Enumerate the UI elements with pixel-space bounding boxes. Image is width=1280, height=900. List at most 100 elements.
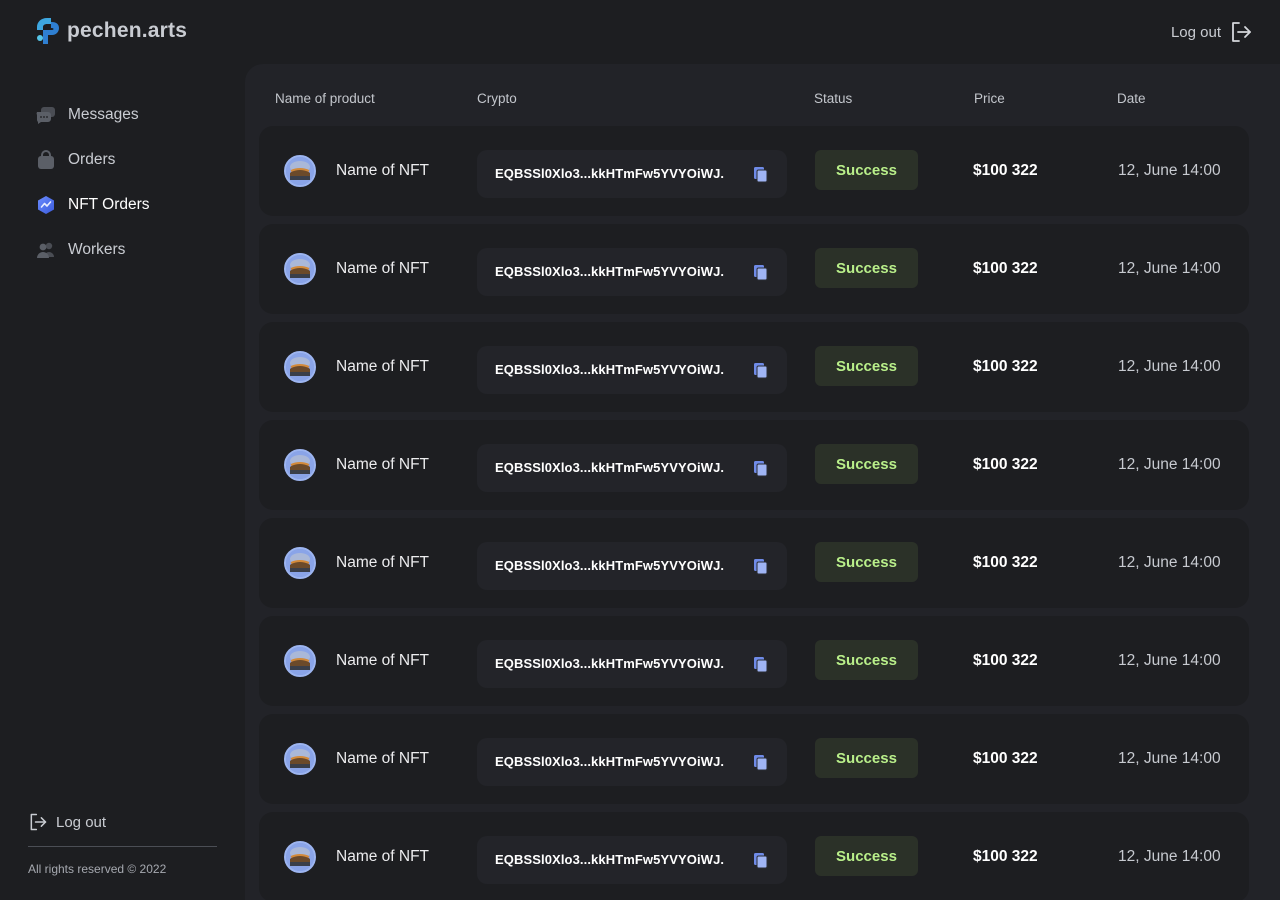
nft-name: Name of NFT bbox=[336, 554, 430, 571]
orders-panel: Name of product Crypto Status Price Date… bbox=[245, 64, 1280, 900]
sidebar-item-nft-orders[interactable]: NFT Orders bbox=[36, 182, 236, 227]
crypto-address-field[interactable]: EQBSSl0Xlo3...kkHTmFw5YVYOiWJ. bbox=[477, 836, 787, 884]
crypto-address: EQBSSl0Xlo3...kkHTmFw5YVYOiWJ. bbox=[495, 264, 725, 279]
nft-avatar bbox=[284, 841, 316, 873]
date-value: 12, June 14:00 bbox=[1118, 848, 1221, 865]
table-row[interactable]: Name of NFT EQBSSl0Xlo3...kkHTmFw5YVYOiW… bbox=[259, 420, 1249, 510]
sidebar-item-messages[interactable]: Messages bbox=[36, 92, 236, 137]
status-label: Success bbox=[836, 455, 897, 473]
table-row[interactable]: Name of NFT EQBSSl0Xlo3...kkHTmFw5YVYOiW… bbox=[259, 126, 1249, 216]
price-value: $100 322 bbox=[973, 358, 1038, 375]
orders-table-body: Name of NFT EQBSSl0Xlo3...kkHTmFw5YVYOiW… bbox=[259, 126, 1249, 900]
table-row[interactable]: Name of NFT EQBSSl0Xlo3...kkHTmFw5YVYOiW… bbox=[259, 616, 1249, 706]
table-row[interactable]: Name of NFT EQBSSl0Xlo3...kkHTmFw5YVYOiW… bbox=[259, 518, 1249, 608]
nft-avatar bbox=[284, 449, 316, 481]
crypto-address: EQBSSl0Xlo3...kkHTmFw5YVYOiWJ. bbox=[495, 558, 725, 573]
crypto-address: EQBSSl0Xlo3...kkHTmFw5YVYOiWJ. bbox=[495, 754, 725, 769]
status-badge: Success bbox=[815, 542, 918, 582]
status-label: Success bbox=[836, 847, 897, 865]
nft-avatar bbox=[284, 547, 316, 579]
nft-name: Name of NFT bbox=[336, 848, 430, 865]
copy-icon[interactable] bbox=[752, 165, 770, 183]
price-value: $100 322 bbox=[973, 652, 1038, 669]
crypto-address-field[interactable]: EQBSSl0Xlo3...kkHTmFw5YVYOiWJ. bbox=[477, 444, 787, 492]
sidebar-logout-label: Log out bbox=[56, 813, 107, 831]
status-badge: Success bbox=[815, 150, 918, 190]
table-row[interactable]: Name of NFT EQBSSl0Xlo3...kkHTmFw5YVYOiW… bbox=[259, 322, 1249, 412]
nft-hexagon-icon bbox=[36, 195, 56, 215]
nft-name: Name of NFT bbox=[336, 750, 430, 767]
crypto-address-field[interactable]: EQBSSl0Xlo3...kkHTmFw5YVYOiWJ. bbox=[477, 150, 787, 198]
price-value: $100 322 bbox=[973, 750, 1038, 767]
sidebar-item-label: Workers bbox=[68, 240, 126, 258]
table-row[interactable]: Name of NFT EQBSSl0Xlo3...kkHTmFw5YVYOiW… bbox=[259, 224, 1249, 314]
copy-icon[interactable] bbox=[752, 361, 770, 379]
users-icon bbox=[36, 240, 56, 260]
crypto-address-field[interactable]: EQBSSl0Xlo3...kkHTmFw5YVYOiWJ. bbox=[477, 738, 787, 786]
date-value: 12, June 14:00 bbox=[1118, 750, 1221, 767]
column-header-name: Name of product bbox=[275, 91, 375, 106]
sidebar-footer: Log out All rights reserved © 2022 bbox=[28, 812, 217, 876]
status-label: Success bbox=[836, 161, 897, 179]
nft-avatar bbox=[284, 351, 316, 383]
crypto-address: EQBSSl0Xlo3...kkHTmFw5YVYOiWJ. bbox=[495, 852, 725, 867]
status-label: Success bbox=[836, 553, 897, 571]
sidebar-logout-button[interactable]: Log out bbox=[28, 812, 217, 847]
nft-avatar bbox=[284, 645, 316, 677]
date-value: 12, June 14:00 bbox=[1118, 456, 1221, 473]
status-label: Success bbox=[836, 357, 897, 375]
date-value: 12, June 14:00 bbox=[1118, 162, 1221, 179]
copy-icon[interactable] bbox=[752, 655, 770, 673]
sidebar-item-label: Orders bbox=[68, 150, 116, 168]
table-row[interactable]: Name of NFT EQBSSl0Xlo3...kkHTmFw5YVYOiW… bbox=[259, 714, 1249, 804]
copy-icon[interactable] bbox=[752, 851, 770, 869]
brand-logo-icon bbox=[37, 18, 59, 44]
header-logout-button[interactable]: Log out bbox=[1171, 20, 1253, 44]
crypto-address: EQBSSl0Xlo3...kkHTmFw5YVYOiWJ. bbox=[495, 460, 725, 475]
nft-avatar bbox=[284, 253, 316, 285]
nft-avatar bbox=[284, 743, 316, 775]
price-value: $100 322 bbox=[973, 260, 1038, 277]
nft-name: Name of NFT bbox=[336, 260, 430, 277]
copy-icon[interactable] bbox=[752, 263, 770, 281]
status-badge: Success bbox=[815, 346, 918, 386]
logout-icon bbox=[1232, 22, 1251, 42]
nft-name: Name of NFT bbox=[336, 652, 430, 669]
date-value: 12, June 14:00 bbox=[1118, 260, 1221, 277]
bag-icon bbox=[36, 149, 56, 170]
copy-icon[interactable] bbox=[752, 557, 770, 575]
status-badge: Success bbox=[815, 444, 918, 484]
date-value: 12, June 14:00 bbox=[1118, 358, 1221, 375]
price-value: $100 322 bbox=[973, 848, 1038, 865]
brand-logo[interactable]: pechen.arts bbox=[33, 16, 187, 46]
table-row[interactable]: Name of NFT EQBSSl0Xlo3...kkHTmFw5YVYOiW… bbox=[259, 812, 1249, 900]
sidebar-item-workers[interactable]: Workers bbox=[36, 227, 236, 272]
sidebar-item-label: NFT Orders bbox=[68, 195, 150, 213]
status-badge: Success bbox=[815, 738, 918, 778]
crypto-address-field[interactable]: EQBSSl0Xlo3...kkHTmFw5YVYOiWJ. bbox=[477, 248, 787, 296]
crypto-address-field[interactable]: EQBSSl0Xlo3...kkHTmFw5YVYOiWJ. bbox=[477, 542, 787, 590]
copy-icon[interactable] bbox=[752, 459, 770, 477]
nft-name: Name of NFT bbox=[336, 456, 430, 473]
nft-name: Name of NFT bbox=[336, 162, 430, 179]
date-value: 12, June 14:00 bbox=[1118, 554, 1221, 571]
crypto-address-field[interactable]: EQBSSl0Xlo3...kkHTmFw5YVYOiWJ. bbox=[477, 640, 787, 688]
chat-icon bbox=[36, 105, 56, 125]
copy-icon[interactable] bbox=[752, 753, 770, 771]
crypto-address-field[interactable]: EQBSSl0Xlo3...kkHTmFw5YVYOiWJ. bbox=[477, 346, 787, 394]
status-badge: Success bbox=[815, 836, 918, 876]
sidebar-nav: Messages Orders NFT Orders Workers bbox=[36, 92, 236, 272]
column-header-price: Price bbox=[974, 91, 1005, 106]
column-header-crypto: Crypto bbox=[477, 91, 517, 106]
crypto-address: EQBSSl0Xlo3...kkHTmFw5YVYOiWJ. bbox=[495, 166, 725, 181]
sidebar-item-orders[interactable]: Orders bbox=[36, 137, 236, 182]
price-value: $100 322 bbox=[973, 456, 1038, 473]
nft-name: Name of NFT bbox=[336, 358, 430, 375]
status-badge: Success bbox=[815, 640, 918, 680]
nft-avatar bbox=[284, 155, 316, 187]
status-label: Success bbox=[836, 259, 897, 277]
sidebar-item-label: Messages bbox=[68, 105, 139, 123]
crypto-address: EQBSSl0Xlo3...kkHTmFw5YVYOiWJ. bbox=[495, 362, 725, 377]
copyright-text: All rights reserved © 2022 bbox=[28, 862, 167, 876]
column-header-status: Status bbox=[814, 91, 853, 106]
